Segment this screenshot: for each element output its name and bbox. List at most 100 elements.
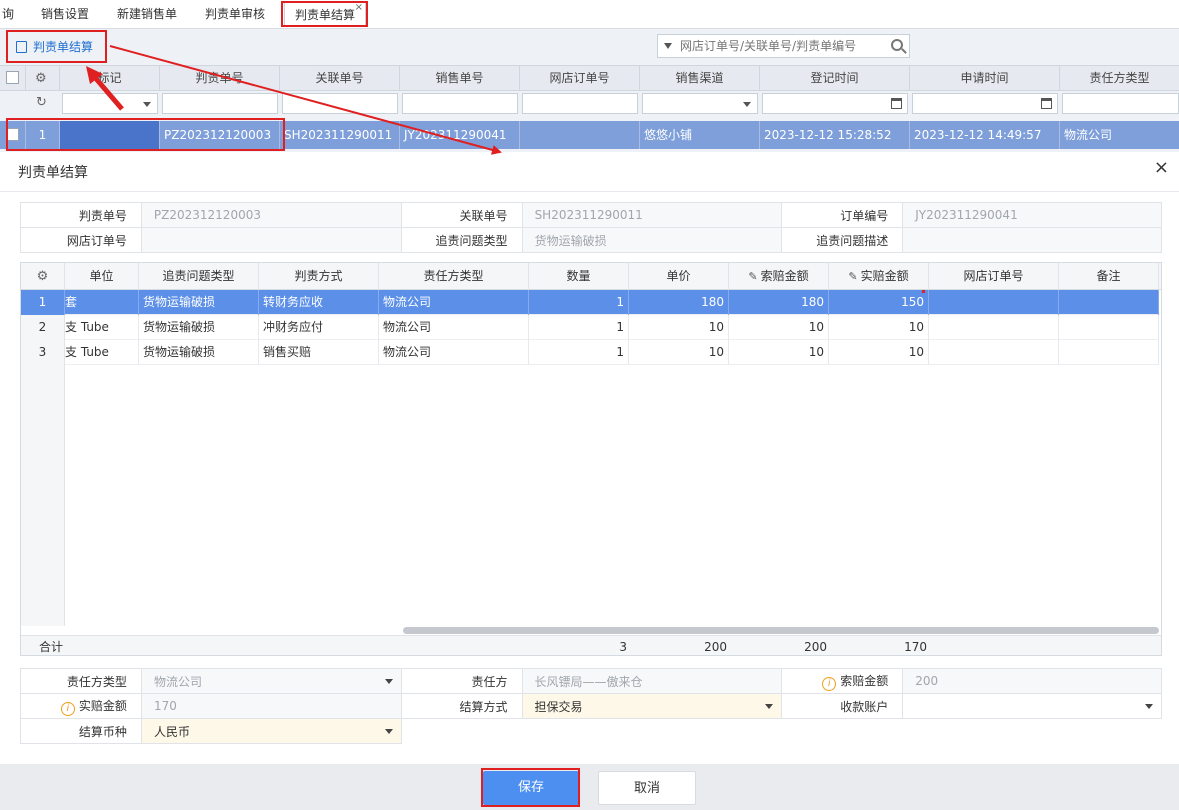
judgment-method-cell[interactable]: 冲财务应付	[259, 315, 379, 340]
column-header[interactable]: 标记	[60, 66, 160, 91]
tab-sales-settings[interactable]: 销售设置	[28, 2, 102, 27]
quantity-cell[interactable]: 1	[529, 340, 629, 365]
column-header-label: 实赔金额	[860, 269, 909, 283]
save-button[interactable]: 保存	[483, 771, 579, 805]
judgment-method-cell[interactable]: 销售买赔	[259, 340, 379, 365]
related-no-filter[interactable]	[282, 93, 398, 114]
column-header-claim[interactable]: ✎ 索赔金额	[729, 263, 829, 290]
remark-cell[interactable]	[1059, 290, 1159, 315]
claim-amount-cell[interactable]: 10	[729, 315, 829, 340]
row-checkbox[interactable]	[6, 128, 19, 141]
column-header[interactable]: 单位	[65, 263, 139, 290]
column-header[interactable]: 销售渠道	[640, 66, 760, 91]
search-type-dropdown-icon[interactable]	[664, 43, 672, 49]
column-header[interactable]: 责任方类型	[1060, 66, 1179, 91]
table-row[interactable]: 3 支 Tube 货物运输破损 销售买赔 物流公司 1 10 10 10	[21, 340, 1159, 365]
tab-close-icon[interactable]: ×	[355, 0, 363, 20]
column-header-actual[interactable]: ✎ 实赔金额	[829, 263, 929, 290]
remark-cell[interactable]	[1059, 340, 1159, 365]
table-row[interactable]: 2 支 Tube 货物运输破损 冲财务应付 物流公司 1 10 10 10	[21, 315, 1159, 340]
claim-amount-label-text: 索赔金额	[840, 673, 889, 688]
unit-cell[interactable]: 套	[65, 290, 139, 315]
column-header[interactable]: 备注	[1059, 263, 1159, 290]
claim-amount-cell[interactable]: 180	[729, 290, 829, 315]
info-icon: i	[822, 676, 837, 691]
actual-amount-label: i 实赔金额	[20, 693, 142, 719]
tab-judgment-settlement[interactable]: 判责单结算 ×	[284, 2, 366, 27]
party-field: 长风镖局——傲来仓	[521, 668, 783, 694]
register-time-filter[interactable]	[762, 93, 908, 114]
clipboard-icon	[16, 41, 27, 53]
remark-cell[interactable]	[1059, 315, 1159, 340]
column-header[interactable]: 单价	[629, 263, 729, 290]
unit-price-cell[interactable]: 10	[629, 340, 729, 365]
issue-type-cell[interactable]: 货物运输破损	[139, 315, 259, 340]
column-header[interactable]: 追责问题类型	[139, 263, 259, 290]
settlement-method-select[interactable]: 担保交易	[521, 693, 783, 719]
shop-order-cell[interactable]	[929, 290, 1059, 315]
sales-no-filter[interactable]	[402, 93, 518, 114]
shop-order-cell[interactable]	[929, 315, 1059, 340]
unit-cell[interactable]: 支 Tube	[65, 340, 139, 365]
column-header[interactable]: 责任方类型	[379, 263, 529, 290]
party-type-cell[interactable]: 物流公司	[379, 340, 529, 365]
column-header[interactable]: 数量	[529, 263, 629, 290]
row-sales-no: JY202311290041	[400, 121, 520, 149]
column-header[interactable]: 网店订单号	[929, 263, 1059, 290]
judgment-method-cell[interactable]: 转财务应收	[259, 290, 379, 315]
table-row[interactable]: 1 套 货物运输破损 转财务应收 物流公司 1 180 180 150	[21, 290, 1159, 315]
party-type-cell[interactable]: 物流公司	[379, 315, 529, 340]
party-type-select[interactable]: 物流公司	[140, 668, 402, 694]
cancel-button[interactable]: 取消	[598, 771, 696, 805]
search-icon[interactable]	[891, 39, 903, 51]
list-grid-header: ⚙ 标记 判责单号 关联单号 销售单号 网店订单号 销售渠道 登记时间 申请时间…	[0, 65, 1179, 91]
party-type-filter[interactable]	[1062, 93, 1179, 114]
gear-icon[interactable]: ⚙	[35, 72, 47, 85]
channel-filter-select[interactable]	[642, 93, 758, 114]
tab-judgment-review[interactable]: 判责单审核	[194, 2, 276, 27]
close-icon[interactable]: ×	[1154, 158, 1169, 178]
unit-price-cell[interactable]: 10	[629, 315, 729, 340]
chevron-down-icon	[765, 704, 774, 709]
judgment-no-label: 判责单号	[20, 202, 142, 228]
detail-grid-header: ⚙ 单位 追责问题类型 判责方式 责任方类型 数量 单价 ✎ 索赔金额 ✎ 实赔金额…	[21, 263, 1161, 290]
quantity-cell[interactable]: 1	[529, 315, 629, 340]
quantity-cell[interactable]: 1	[529, 290, 629, 315]
column-header[interactable]: 判责单号	[160, 66, 280, 91]
claim-amount-cell[interactable]: 10	[729, 340, 829, 365]
settlement-form: 责任方类型 物流公司 责任方 长风镖局——傲来仓 i 索赔金额 200 i 实赔金额…	[20, 668, 1162, 744]
select-all-checkbox[interactable]	[6, 71, 19, 84]
party-type-value: 物流公司	[153, 674, 202, 689]
empty-cell	[401, 719, 522, 744]
column-header[interactable]: 判责方式	[259, 263, 379, 290]
search-input[interactable]	[680, 37, 880, 55]
currency-select[interactable]: 人民币	[140, 718, 402, 744]
horizontal-scrollbar[interactable]	[403, 627, 1159, 634]
tab-query[interactable]: 询	[0, 2, 16, 27]
column-header[interactable]: 销售单号	[400, 66, 520, 91]
judgment-no-filter[interactable]	[162, 93, 278, 114]
party-type-cell[interactable]: 物流公司	[379, 290, 529, 315]
issue-type-cell[interactable]: 货物运输破损	[139, 340, 259, 365]
receiving-account-select[interactable]	[902, 693, 1162, 719]
actual-amount-cell[interactable]: 150	[829, 290, 929, 315]
judgment-settlement-toolbar-button[interactable]: 判责单结算	[10, 35, 99, 59]
tab-new-sales-order[interactable]: 新建销售单	[106, 2, 188, 27]
issue-type-cell[interactable]: 货物运输破损	[139, 290, 259, 315]
actual-amount-cell[interactable]: 10	[829, 340, 929, 365]
column-header[interactable]: 网店订单号	[520, 66, 640, 91]
unit-cell[interactable]: 支 Tube	[65, 315, 139, 340]
column-header[interactable]: 关联单号	[280, 66, 400, 91]
unit-price-cell[interactable]: 180	[629, 290, 729, 315]
related-no-label: 关联单号	[400, 202, 523, 228]
column-header[interactable]: 申请时间	[910, 66, 1060, 91]
column-header[interactable]: 登记时间	[760, 66, 910, 91]
shop-order-filter[interactable]	[522, 93, 638, 114]
apply-time-filter[interactable]	[912, 93, 1058, 114]
actual-amount-cell[interactable]: 10	[829, 315, 929, 340]
refresh-icon[interactable]: ↻	[36, 96, 47, 109]
gear-icon[interactable]: ⚙	[37, 269, 49, 284]
table-row[interactable]: 1 PZ202312120003 SH202311290011 JY202311…	[0, 121, 1179, 149]
mark-filter-select[interactable]	[62, 93, 158, 114]
shop-order-cell[interactable]	[929, 340, 1059, 365]
